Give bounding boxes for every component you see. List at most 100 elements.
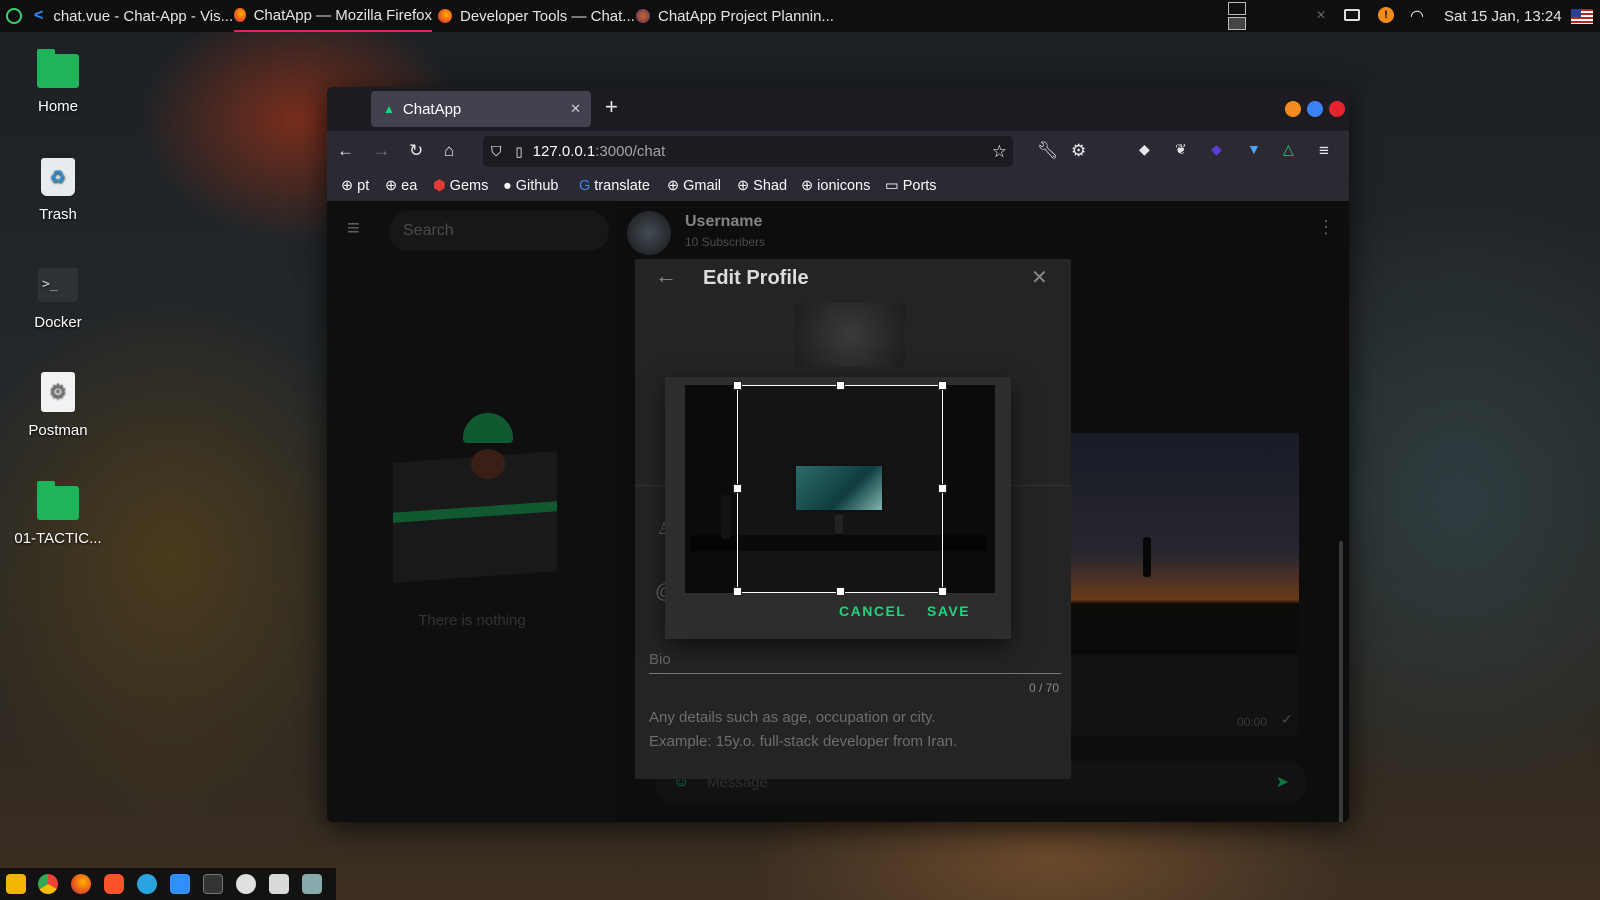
window-title: ChatApp Project Plannin... (658, 7, 834, 25)
crop-selection[interactable] (733, 381, 947, 596)
bookmark-label: Shad (753, 178, 788, 194)
extension-icon[interactable]: ▼ (1247, 141, 1261, 157)
window-button-vscode[interactable]: < chat.vue - Chat-App - Vis... (34, 0, 233, 32)
url-bar[interactable]: ⛉ ▯ 127.0.0.1:3000/chat ☆ (483, 136, 1013, 167)
us-flag-icon[interactable] (1571, 9, 1593, 24)
desktop-icon-postman[interactable]: ⚙ Postman (8, 372, 108, 439)
firefox-icon (234, 8, 246, 22)
crop-handle[interactable] (733, 381, 742, 390)
tab-strip: ▲ ChatApp ✕ + (327, 87, 1349, 131)
bio-input-underline[interactable] (649, 673, 1061, 674)
desktop-icon-home[interactable]: Home (8, 49, 108, 115)
extension-icon[interactable]: ◆ (1139, 141, 1150, 158)
extension-icon[interactable]: △ (1283, 141, 1294, 158)
bookmark-ports[interactable]: ▭ Ports (885, 171, 937, 201)
desktop-icon-label: Trash (39, 206, 77, 223)
new-tab-icon[interactable]: + (605, 94, 618, 120)
window-button-planning[interactable]: ChatApp Project Plannin... (636, 0, 834, 32)
minimize-button[interactable] (1285, 101, 1301, 117)
vue-devtools-icon[interactable] (269, 874, 289, 894)
bookmark-star-icon[interactable]: ☆ (992, 142, 1007, 162)
close-icon[interactable]: ✕ (1031, 265, 1048, 290)
bookmark-ea[interactable]: ⊕ ea (385, 171, 417, 201)
crop-handle[interactable] (836, 381, 845, 390)
home-icon[interactable]: ⌂ (444, 141, 454, 161)
workspace-icon[interactable] (1228, 17, 1246, 30)
chatapp-page: ≡ Search There is nothing Username 10 Su… (327, 201, 1349, 822)
firefox-icon (636, 9, 650, 23)
profile-photo-preview[interactable] (795, 303, 905, 367)
forward-icon[interactable]: → (373, 141, 390, 161)
bookmark-label: Gems (449, 178, 489, 194)
save-button[interactable]: SAVE (927, 603, 970, 619)
bookmark-github[interactable]: ● Github (503, 171, 559, 201)
crop-handle[interactable] (938, 484, 947, 493)
navigation-toolbar: ← → ↻ ⌂ ⛉ ▯ 127.0.0.1:3000/chat ☆ 🔧︎ ⚙ ◆… (327, 131, 1349, 171)
workspace-icon[interactable] (1228, 2, 1246, 15)
brave-icon[interactable] (104, 874, 124, 894)
dialog-title: Edit Profile (703, 267, 809, 289)
chrome-icon[interactable] (38, 874, 58, 894)
telegram-icon[interactable] (137, 874, 157, 894)
app-menu-icon[interactable] (6, 8, 22, 24)
bookmark-label: translate (594, 178, 650, 194)
extension-icon[interactable]: ◆ (1211, 141, 1222, 158)
bookmark-gmail[interactable]: ⊕ Gmail (667, 171, 721, 201)
file-manager-icon[interactable] (6, 874, 26, 894)
taskbar (0, 868, 336, 900)
back-arrow-icon[interactable]: ← (655, 263, 677, 289)
globe-icon: ⊕ (667, 178, 680, 194)
tab-chatapp[interactable]: ▲ ChatApp ✕ (371, 91, 591, 127)
crop-handle[interactable] (733, 587, 742, 596)
settings-file-icon: ⚙ (41, 372, 75, 412)
cancel-button[interactable]: CANCEL (839, 603, 906, 619)
crop-handle[interactable] (733, 484, 742, 493)
maximize-button[interactable] (1307, 101, 1323, 117)
window-button-devtools[interactable]: Developer Tools — Chat... (438, 0, 635, 32)
back-icon[interactable]: ← (337, 141, 354, 161)
wifi-icon[interactable]: ◠ (1410, 6, 1424, 26)
bookmark-pt[interactable]: ⊕ pt (341, 171, 369, 201)
desktop-icon-tactic[interactable]: 01-TACTIC... (8, 481, 108, 547)
page-scrollbar[interactable] (1339, 541, 1343, 822)
hamburger-menu-icon[interactable]: ≡ (1319, 141, 1329, 161)
desktop-icon-docker[interactable]: >_ Docker (8, 268, 108, 331)
vscode-icon: < (34, 7, 44, 24)
bookmark-ionicons[interactable]: ⊕ ionicons (801, 171, 870, 201)
bio-label[interactable]: Bio (649, 651, 671, 668)
chatapp-favicon-icon: ▲ (383, 102, 395, 116)
github-icon: ● (503, 178, 512, 194)
bookmark-translate[interactable]: Gtranslate (579, 171, 650, 201)
desktop-icon-trash[interactable]: ♻ Trash (8, 158, 108, 223)
bookmark-shad[interactable]: ⊕ Shad (737, 171, 787, 201)
bookmark-label: pt (357, 178, 370, 194)
app-icon[interactable] (302, 874, 322, 894)
terminal-icon[interactable] (203, 874, 223, 894)
crop-handle[interactable] (938, 381, 947, 390)
globe-icon: ⊕ (737, 178, 750, 194)
update-alert-icon[interactable]: ! (1378, 7, 1394, 23)
folder-icon: ▭ (885, 178, 899, 194)
wrench-icon[interactable]: 🔧︎ (1037, 141, 1059, 161)
tab-close-icon[interactable]: ✕ (570, 101, 581, 117)
firefox-icon[interactable] (71, 874, 91, 894)
crop-handle[interactable] (836, 587, 845, 596)
window-button-firefox[interactable]: ChatApp — Mozilla Firefox (234, 0, 432, 32)
gear-icon[interactable]: ⚙ (1071, 141, 1086, 161)
shield-icon: ⛉ (491, 143, 502, 159)
url-path: :3000/chat (595, 143, 666, 160)
bookmark-gems[interactable]: ⬢ Gems (433, 171, 488, 201)
crop-handle[interactable] (938, 587, 947, 596)
crop-image-dialog: CANCEL SAVE (665, 377, 1011, 639)
volume-muted-icon[interactable]: ✕ (1316, 8, 1326, 22)
battery-icon[interactable] (1344, 9, 1360, 21)
vscode-icon[interactable] (170, 874, 190, 894)
close-window-button[interactable] (1329, 101, 1345, 117)
folder-icon (37, 49, 79, 88)
bookmark-label: Ports (902, 178, 937, 194)
clock[interactable]: Sat 15 Jan, 13:24 (1444, 0, 1562, 32)
mongodb-compass-icon[interactable] (236, 874, 256, 894)
reload-icon[interactable]: ↻ (409, 141, 423, 161)
extension-icon[interactable]: ❦ (1175, 141, 1187, 158)
url-host: 127.0.0.1 (532, 143, 596, 160)
